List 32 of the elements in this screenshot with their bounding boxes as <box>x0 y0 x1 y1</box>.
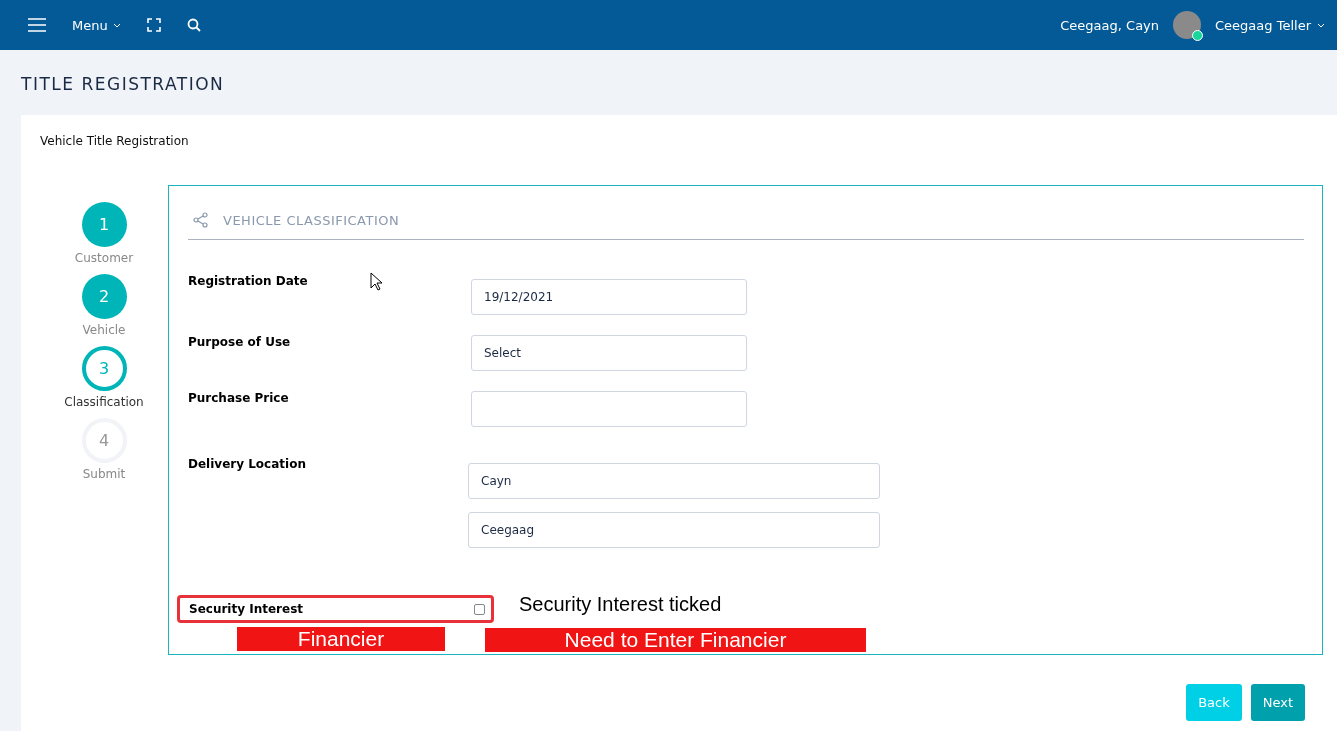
annotation-label: Financier <box>237 627 445 651</box>
annotation-text: Security Interest ticked <box>519 593 722 616</box>
input-field[interactable]: 19/12/2021 <box>471 279 747 315</box>
caret-icon <box>112 22 121 28</box>
card-title: Vehicle Title Registration <box>40 134 190 148</box>
avatar[interactable] <box>1173 11 1202 39</box>
fullscreen-icon[interactable] <box>146 18 161 32</box>
caret-icon <box>1317 22 1325 28</box>
input-field[interactable]: Cayn <box>468 463 880 499</box>
share-icon <box>193 212 209 228</box>
step-label: Vehicle <box>82 323 126 337</box>
menu-button[interactable]: Menu <box>72 17 121 33</box>
field-label: Registration Date <box>188 274 308 288</box>
step-label: Customer <box>74 251 134 265</box>
field-label: Delivery Location <box>188 457 306 471</box>
search-icon[interactable] <box>186 18 201 32</box>
input-field[interactable]: Select <box>471 335 747 371</box>
checkbox[interactable] <box>474 603 485 615</box>
section-title: VEHICLE CLASSIFICATION <box>223 212 400 228</box>
user-name: Ceegaag, Cayn <box>1060 17 1160 33</box>
field-label: Purchase Price <box>188 391 289 405</box>
step-label: Submit <box>82 467 126 481</box>
field-label: Security Interest <box>189 602 304 616</box>
cursor-icon <box>370 272 384 292</box>
user-role-dropdown[interactable]: Ceegaag Teller <box>1215 17 1325 33</box>
step-label: Classification <box>64 395 144 409</box>
input-field[interactable] <box>471 391 747 427</box>
page-title: TITLE REGISTRATION <box>20 73 226 96</box>
annotation-label: Need to Enter Financier <box>485 628 866 652</box>
field-label: Purpose of Use <box>188 335 291 349</box>
menu-icon[interactable] <box>28 18 46 32</box>
input-field[interactable]: Ceegaag <box>468 512 880 548</box>
